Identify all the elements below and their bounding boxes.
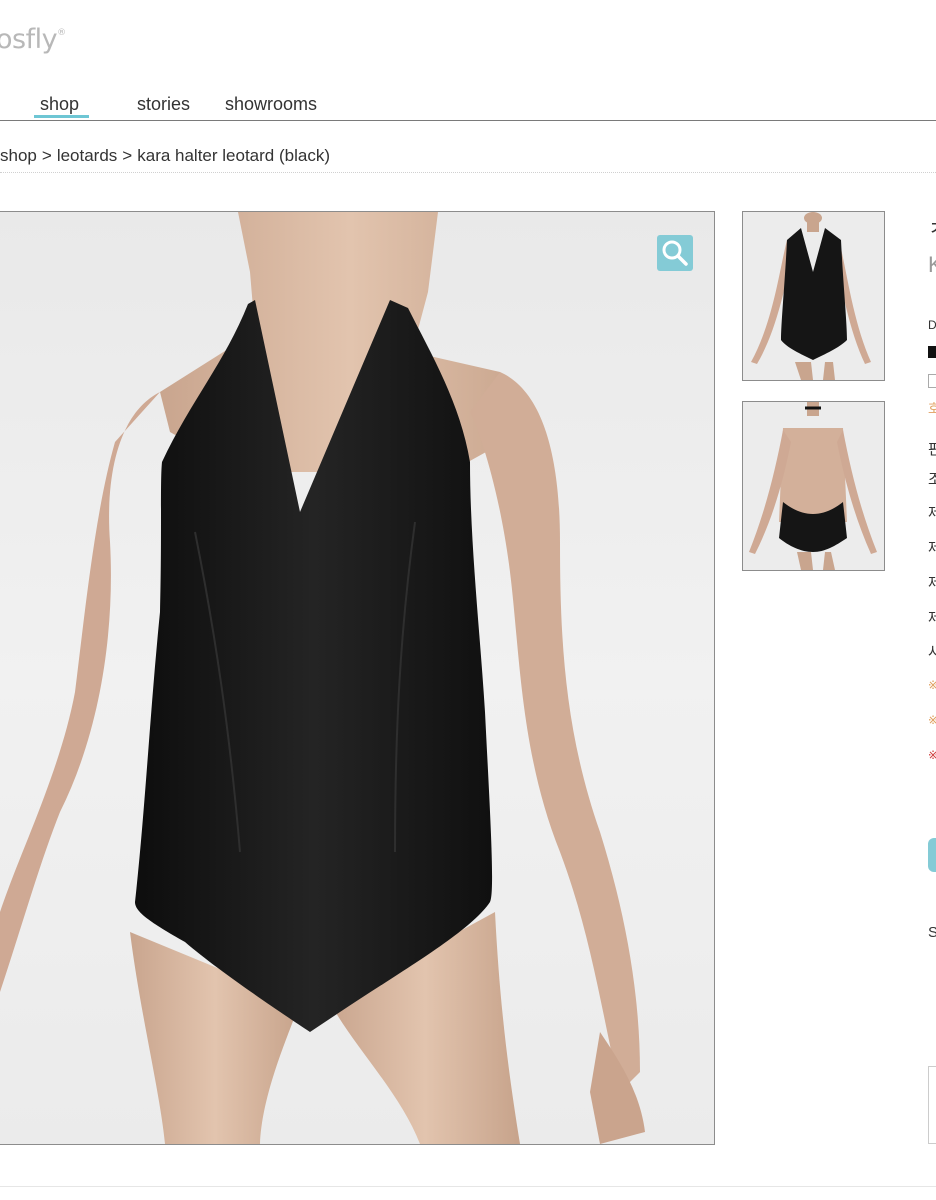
color-swatch-black[interactable] [928, 346, 936, 358]
nav-item-showrooms[interactable]: showrooms [225, 94, 317, 115]
product-page: osfly® shop stories showrooms shop > leota… [0, 0, 936, 1200]
spec-row-7: 사 [928, 644, 936, 661]
logo-mark: ® [57, 28, 66, 38]
nav-item-stories[interactable]: stories [137, 94, 190, 115]
product-info-panel: ㅊ K D 호 판 조 제 제 제 제 사 ※ ※ ※ S [926, 0, 936, 1200]
thumbnail-front[interactable] [742, 211, 885, 381]
spec-row-4: 제 [928, 540, 936, 557]
main-nav: shop stories showrooms [0, 88, 936, 121]
zoom-button[interactable] [657, 235, 693, 271]
breadcrumb: shop > leotards > kara halter leotard (black… [0, 146, 330, 166]
color-swatch-option[interactable] [928, 374, 936, 388]
spec-row-2: 조 [928, 471, 936, 488]
info-box [928, 1066, 936, 1144]
magnifier-icon [662, 240, 688, 266]
note-3: ※ [928, 748, 936, 762]
note-2: ※ [928, 713, 936, 727]
info-link[interactable]: 호 [928, 398, 936, 417]
product-title-en: K [928, 252, 936, 277]
footer-divider [0, 1186, 936, 1187]
spec-row-5: 제 [928, 575, 936, 592]
main-product-image[interactable] [0, 211, 715, 1145]
spec-row-3: 제 [928, 505, 936, 522]
spec-row-6: 제 [928, 610, 936, 627]
breadcrumb-separator: > [122, 146, 133, 165]
breadcrumb-divider [0, 172, 936, 173]
breadcrumb-leotards[interactable]: leotards [57, 146, 117, 165]
breadcrumb-shop[interactable]: shop [0, 146, 37, 165]
note-1: ※ [928, 678, 936, 692]
color-label: D [928, 318, 936, 332]
thumbnail-front-image [751, 212, 871, 380]
breadcrumb-current: kara halter leotard (black) [137, 146, 330, 165]
nav-active-indicator [34, 115, 89, 118]
spec-row-1: 판 [928, 441, 936, 458]
nav-item-shop[interactable]: shop [40, 94, 79, 115]
breadcrumb-separator: > [41, 146, 52, 165]
product-title-ko: ㅊ [928, 210, 936, 242]
size-label: S [928, 924, 936, 941]
logo-text: osfly [0, 24, 58, 55]
model-photo [0, 212, 645, 1144]
thumbnail-back[interactable] [742, 401, 885, 571]
thumbnail-back-image [749, 402, 877, 570]
add-to-cart-button[interactable] [928, 838, 936, 872]
site-logo[interactable]: osfly® [0, 24, 66, 55]
